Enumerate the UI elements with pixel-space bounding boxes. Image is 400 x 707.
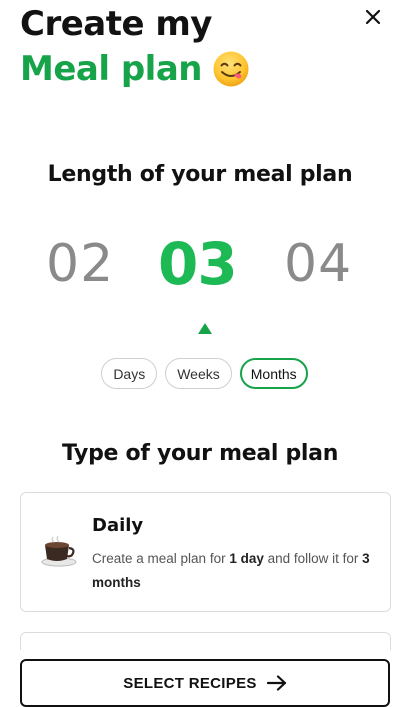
plan-type-card-daily[interactable]: Daily Create a meal plan for 1 day and f… — [20, 492, 391, 612]
length-option-next[interactable]: 04 — [284, 232, 352, 296]
arrow-right-icon — [266, 675, 286, 691]
page-title: Create my — [20, 4, 212, 44]
unit-chip-months[interactable]: Months — [239, 358, 308, 389]
select-recipes-label: SELECT RECIPES — [123, 674, 257, 692]
plan-type-description: Create a meal plan for 1 day and follow … — [92, 551, 370, 590]
coffee-cup-icon — [39, 535, 79, 567]
length-unit-selector: Days Weeks Months — [0, 358, 400, 389]
length-option-selected[interactable]: 03 — [158, 232, 238, 296]
length-section-title: Length of your meal plan — [47, 162, 353, 187]
plan-type-title: Daily — [92, 515, 144, 536]
unit-chip-weeks[interactable]: Weeks — [165, 358, 232, 389]
unit-chip-days[interactable]: Days — [101, 358, 158, 389]
selection-indicator-icon — [198, 323, 212, 334]
select-recipes-button[interactable]: SELECT RECIPES — [20, 659, 390, 707]
type-section-title: Type of your meal plan — [61, 441, 339, 466]
close-icon — [365, 9, 381, 25]
page-subtitle-row: Meal plan — [20, 46, 250, 92]
length-option-previous[interactable]: 02 — [46, 232, 114, 296]
page-header: Create my Meal plan — [20, 2, 250, 92]
close-button[interactable] — [358, 2, 388, 32]
face-savoring-food-emoji-icon — [212, 50, 250, 88]
page-title-accent: Meal plan — [20, 49, 202, 89]
length-number-picker[interactable]: 02 03 04 — [0, 232, 400, 296]
